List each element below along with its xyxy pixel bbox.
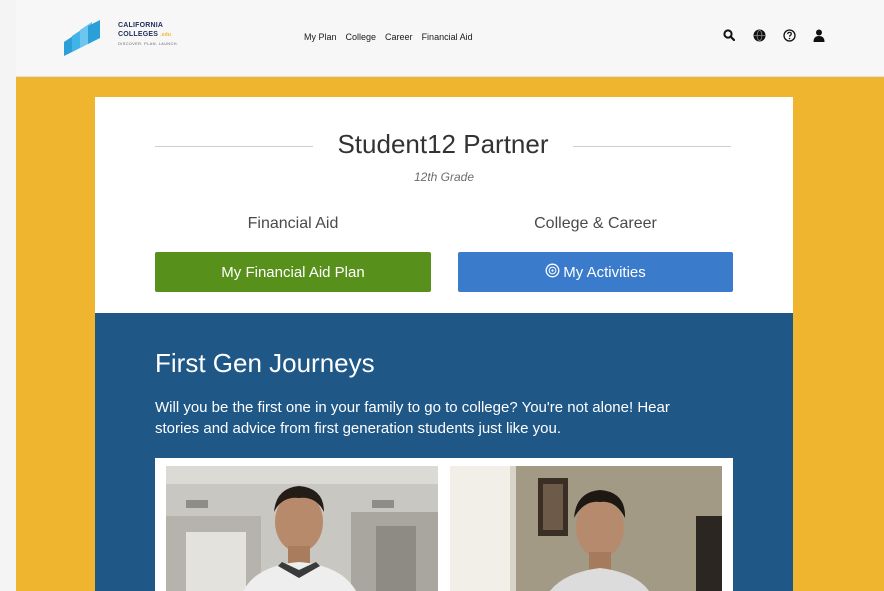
financial-aid-heading: Financial Aid [247, 215, 339, 232]
dashboard-card: Student12 Partner 12th Grade Financial A… [95, 97, 793, 591]
student-grade: 12th Grade [413, 170, 475, 184]
video-strip [155, 458, 733, 591]
user-icon[interactable] [810, 26, 828, 44]
logo-wordmark-line1: CALIFORNIA [118, 22, 164, 29]
first-gen-journeys-section: First Gen Journeys Will you be the first… [95, 313, 793, 591]
search-icon[interactable] [720, 26, 738, 44]
nav-item-financial-aid[interactable]: Financial Aid [422, 32, 473, 42]
globe-icon[interactable] [750, 26, 768, 44]
page-frame: CALIFORNIA COLLEGES .edu DISCOVER. PLAN. … [16, 0, 884, 591]
help-icon[interactable] [780, 26, 798, 44]
my-activities-button[interactable]: My Activities [458, 252, 733, 292]
header-icon-group [720, 26, 828, 44]
first-gen-journeys-description: Will you be the first one in your family… [155, 399, 670, 437]
main-navigation: My Plan College Career Financial Aid [304, 32, 473, 42]
top-navigation-bar: CALIFORNIA COLLEGES .edu DISCOVER. PLAN. … [16, 0, 884, 77]
logo-mark-icon [64, 20, 100, 56]
nav-item-my-plan[interactable]: My Plan [304, 32, 337, 42]
my-financial-aid-plan-button[interactable]: My Financial Aid Plan [155, 252, 431, 292]
logo-tagline: DISCOVER. PLAN. LAUNCH. [118, 41, 179, 46]
divider-right [573, 146, 731, 147]
nav-item-college[interactable]: College [346, 32, 377, 42]
first-gen-journeys-title: First Gen Journeys [155, 348, 375, 378]
college-career-heading: College & Career [534, 215, 657, 232]
nav-item-career[interactable]: Career [385, 32, 413, 42]
video-thumbnail[interactable] [450, 466, 722, 591]
activities-icon [545, 263, 560, 282]
my-financial-aid-plan-label: My Financial Aid Plan [221, 263, 365, 281]
video-thumbnail[interactable] [166, 466, 438, 591]
profile-header: Student12 Partner [155, 127, 731, 163]
logo-wordmark-line2: COLLEGES [118, 31, 159, 38]
california-colleges-logo[interactable]: CALIFORNIA COLLEGES .edu DISCOVER. PLAN. … [62, 18, 202, 58]
logo-wordmark-suffix: .edu [160, 32, 172, 38]
student-name: Student12 Partner [337, 129, 549, 159]
my-activities-label: My Activities [563, 263, 646, 281]
